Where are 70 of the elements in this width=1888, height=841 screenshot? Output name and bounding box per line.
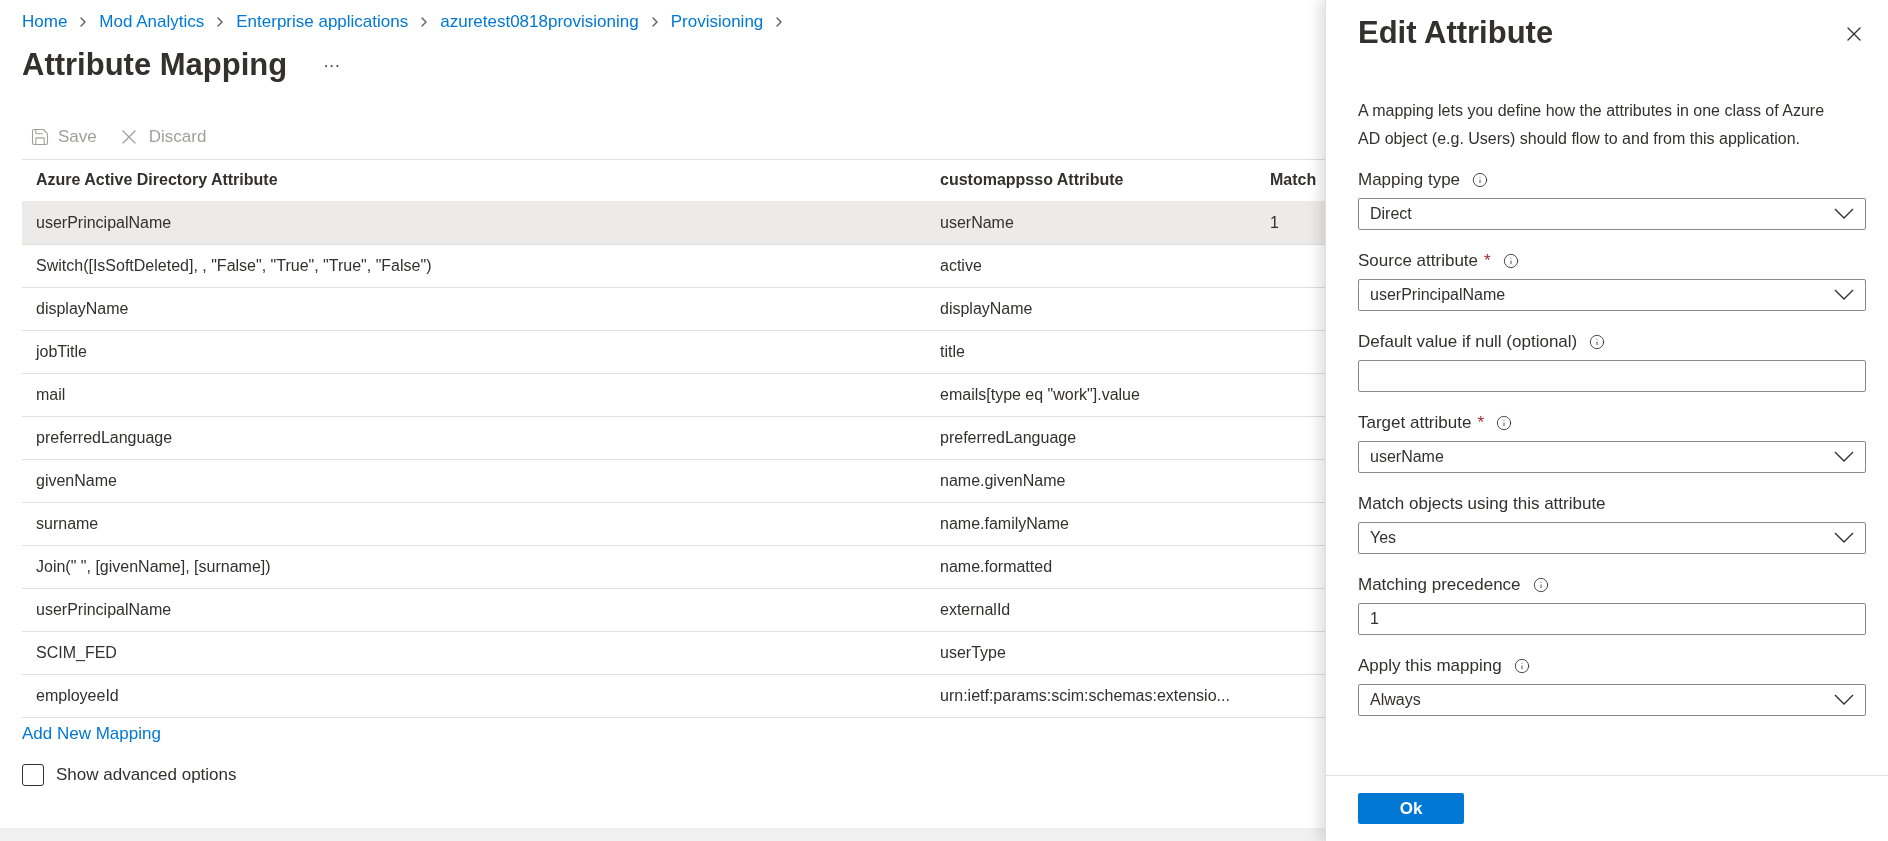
breadcrumb-link[interactable]: Mod Analytics <box>99 9 205 35</box>
field-label: Apply this mapping <box>1358 654 1502 677</box>
info-icon[interactable] <box>1496 414 1513 431</box>
table-cell-text: employeeId <box>35 685 120 706</box>
chevron-down-icon <box>1834 532 1854 543</box>
info-icon[interactable] <box>1589 333 1606 350</box>
table-cell-text: name.formatted <box>939 556 1054 577</box>
chevron-down-icon <box>1834 289 1854 300</box>
table-cell-text: externalId <box>939 599 1012 620</box>
table-cell-text: Join(" ", [givenName], [surname]) <box>35 556 272 577</box>
table-cell-text: displayName <box>939 298 1034 319</box>
more-button[interactable]: ··· <box>323 52 341 78</box>
table-cell-text: Switch([IsSoftDeleted], , "False", "True", "True", "False") <box>35 255 433 276</box>
table-cell-text: mail <box>35 384 67 405</box>
table-cell-text: name.givenName <box>939 470 1067 491</box>
dropdown[interactable]: Yes <box>1358 521 1866 554</box>
field-label: Match objects using this attribute <box>1358 492 1606 515</box>
required-mark: * <box>1477 411 1485 434</box>
table-cell: 1 <box>1270 213 1279 231</box>
scrollbar[interactable] <box>0 828 1325 841</box>
breadcrumb-link[interactable]: Provisioning <box>670 9 764 35</box>
field-label: Default value if null (optional) <box>1358 330 1578 353</box>
chevron-down-icon <box>1834 694 1854 705</box>
page-title: Attribute Mapping <box>22 46 288 84</box>
info-icon[interactable] <box>1513 657 1530 674</box>
breadcrumb-link[interactable]: Home <box>22 9 68 35</box>
table-cell-text: SCIM_FED <box>35 642 118 663</box>
required-mark: * <box>1484 249 1491 272</box>
info-icon[interactable] <box>1472 171 1489 188</box>
dropdown[interactable]: userPrincipalName <box>1358 278 1866 311</box>
breadcrumb-link[interactable]: azuretest0818provisioning <box>440 9 639 35</box>
table-cell-text: name.familyName <box>939 513 1070 534</box>
field-label: Mapping type <box>1358 168 1461 191</box>
column-header: Azure Active Directory Attribute <box>35 170 279 190</box>
table-cell-text: active <box>939 255 983 276</box>
dropdown[interactable]: userName <box>1358 440 1866 473</box>
add-mapping-link[interactable]: Add New Mapping <box>22 720 161 746</box>
chevron-down-icon <box>1834 451 1854 462</box>
info-icon[interactable] <box>1532 576 1549 593</box>
table-cell-text: preferredLanguage <box>939 427 1078 448</box>
info-icon[interactable] <box>1502 252 1519 269</box>
table-cell-text: userType <box>939 642 1007 663</box>
table-cell-text: displayName <box>35 298 130 319</box>
table-cell-text: emails[type eq "work"].value <box>939 384 1141 405</box>
panel-description: A mapping lets you define how the attributes in one class of Azure AD object (e.g. Users) should flow to and from this application. <box>1357 100 1826 149</box>
field-label: Target attribute <box>1358 411 1472 434</box>
table-cell-text: title <box>939 341 966 362</box>
table-cell-text: jobTitle <box>34 341 88 362</box>
table-cell-text: userName <box>939 212 1015 233</box>
input-field[interactable] <box>1358 359 1866 392</box>
dropdown[interactable]: Always <box>1358 683 1866 716</box>
column-header: Match <box>1269 170 1318 190</box>
table-cell-text: userPrincipalName <box>35 212 173 233</box>
panel-title: Edit Attribute <box>1358 14 1554 52</box>
field-label: Matching precedence <box>1358 573 1521 596</box>
breadcrumb-link[interactable]: Enterprise applications <box>236 9 409 35</box>
table-cell-text: urn:ietf:params:scim:schemas:extensio... <box>939 685 1231 706</box>
table-cell-text: surname <box>35 513 100 534</box>
input-field[interactable]: 1 <box>1358 602 1866 635</box>
dropdown[interactable]: Direct <box>1358 197 1866 230</box>
table-row[interactable]: userPrincipalName userName 1 <box>22 201 1325 245</box>
chevron-down-icon <box>1834 208 1854 219</box>
field-label: Source attribute <box>1358 249 1478 272</box>
table-cell-text: givenName <box>35 470 118 491</box>
column-header: customappsso Attribute <box>939 170 1125 190</box>
checkbox[interactable] <box>22 763 44 786</box>
table-cell-text: preferredLanguage <box>35 427 174 448</box>
checkbox-label: Show advanced options <box>56 764 237 786</box>
table-cell-text: userPrincipalName <box>35 599 173 620</box>
ok-button[interactable]: Ok <box>1358 793 1464 824</box>
